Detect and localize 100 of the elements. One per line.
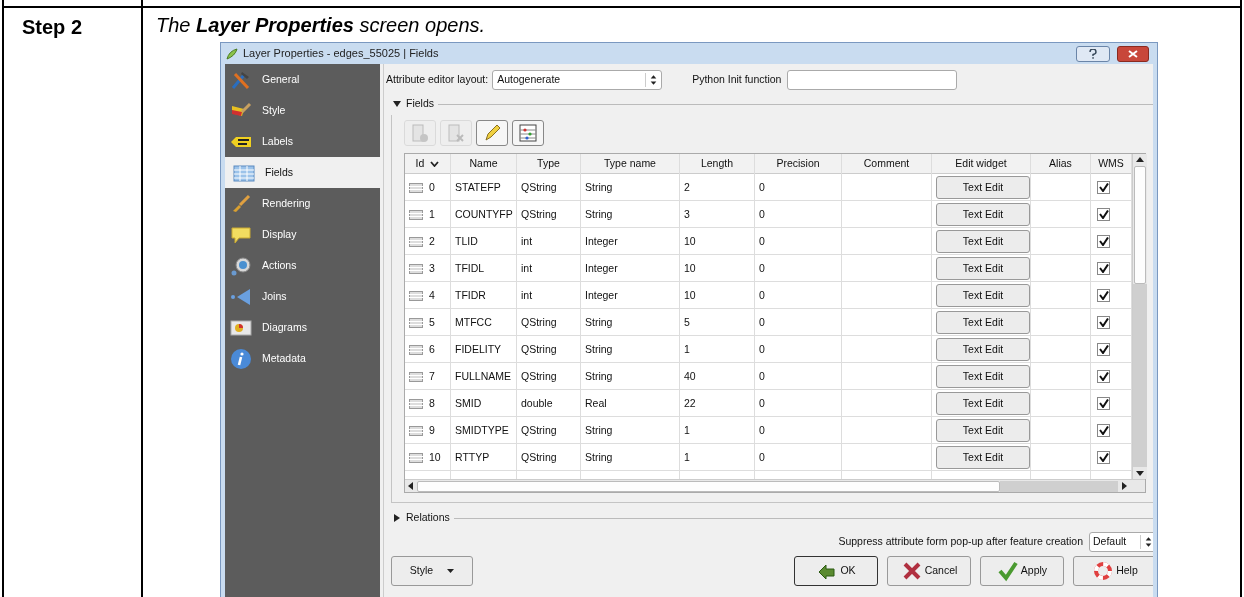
checkbox[interactable] [1097,262,1110,275]
table-cell-text: 0 [759,422,765,438]
column-header[interactable]: Type [517,154,581,174]
edit-widget-button[interactable]: Text Edit [936,392,1030,415]
checkbox[interactable] [1097,397,1110,410]
checkbox[interactable] [1097,424,1110,437]
python-init-field[interactable] [787,70,958,90]
table-cell-text: 0 [429,179,435,195]
column-header[interactable]: Alias [1031,154,1091,174]
dropdown-caret-icon [447,569,455,573]
sidebar-item[interactable]: Diagrams [225,312,380,343]
table-cell-text: int [521,287,533,303]
checkmark-icon [1098,291,1109,300]
sidebar-item[interactable]: Style [225,95,380,126]
sidebar-item[interactable]: Actions [225,250,380,281]
layout-label: Attribute editor layout: [386,72,489,88]
table-cell-text: 0 [759,206,765,222]
table-cell-text: 0 [759,260,765,276]
table-cell-text: 0 [759,368,765,384]
edit-widget-button[interactable]: Text Edit [936,446,1030,469]
close-button[interactable] [1117,45,1149,62]
suppress-dropdown[interactable]: Default [1089,532,1153,552]
sidebar-item[interactable]: Metadata [225,343,380,374]
table-cell-text: 10 [684,233,696,249]
checkmark-icon [1098,210,1109,219]
table-cell-text: QString [521,341,557,357]
edit-widget-button[interactable]: Text Edit [936,338,1030,361]
checkbox[interactable] [1097,289,1110,302]
suppress-label: Suppress attribute form pop-up after feature creation [838,534,1083,550]
table-cell-text: String [585,422,613,438]
sidebar-item[interactable]: Fields [225,157,380,188]
table-cell-text: QString [521,206,557,222]
scroll-thumb[interactable] [417,480,1000,492]
calculator-tool-button[interactable] [512,120,544,146]
vertical-scrollbar[interactable] [1132,154,1147,479]
table-cell-text: String [585,314,613,330]
edit-widget-button[interactable]: Text Edit [936,419,1030,442]
table-cell-text: String [585,179,613,195]
sidebar-item[interactable]: General [225,64,380,95]
table-cell-text: Integer [585,233,618,249]
checkmark-icon [1098,372,1109,381]
table-cell-text: FIDELITY [455,341,502,357]
checkmark-icon [1098,237,1109,246]
table-cell-text: MTFCC [455,314,492,330]
group-title: Relations [406,510,450,526]
sidebar-item[interactable]: Display [225,219,380,250]
help-button[interactable]: Help [1073,556,1153,586]
sidebar-item[interactable]: Rendering [225,188,380,219]
table-cell-text: Integer [585,260,618,276]
question-mark-icon [1089,48,1097,59]
checkbox[interactable] [1097,235,1110,248]
table-cell-text: Integer [585,287,618,303]
field-icon [409,182,423,193]
table-cell-text: QString [521,314,557,330]
layout-dropdown[interactable]: Autogenerate [492,70,663,90]
table-cell-text: 1 [684,422,690,438]
expand-arrow-icon[interactable] [392,99,402,109]
field-icon [409,263,423,274]
field-icon [409,236,423,247]
edit-tool-button[interactable] [476,120,508,146]
table-cell-text: QString [521,368,557,384]
column-header[interactable]: Length [680,154,755,174]
horizontal-scrollbar[interactable] [405,479,1145,492]
style-button[interactable]: Style [391,556,473,586]
edit-widget-button[interactable]: Text Edit [936,284,1030,307]
edit-widget-button[interactable]: Text Edit [936,176,1030,199]
edit-widget-button[interactable]: Text Edit [936,203,1030,226]
column-header[interactable]: Id [405,154,451,174]
sidebar-item[interactable]: Joins [225,281,380,312]
help-button[interactable] [1076,45,1110,62]
scroll-thumb[interactable] [1134,166,1146,284]
sidebar-item[interactable]: Labels [225,126,380,157]
apply-button[interactable]: Apply [980,556,1064,586]
table-cell-text: 0 [759,179,765,195]
column-header[interactable]: Edit widget [932,154,1031,174]
checkbox[interactable] [1097,370,1110,383]
table-cell-text: 0 [759,287,765,303]
table-cell-text: COUNTYFP [455,206,513,222]
checkbox[interactable] [1097,181,1110,194]
table-cell-text: int [521,233,533,249]
edit-widget-button[interactable]: Text Edit [936,230,1030,253]
column-header[interactable]: Name [451,154,517,174]
edit-widget-button[interactable]: Text Edit [936,365,1030,388]
table-cell-text: 9 [429,422,435,438]
ok-button[interactable]: OK [794,556,878,586]
expand-arrow-icon[interactable] [392,513,402,523]
column-header[interactable]: Precision [755,154,842,174]
spinner-arrows-icon [1140,535,1153,549]
table-cell-text: String [585,341,613,357]
checkbox[interactable] [1097,316,1110,329]
edit-widget-button[interactable]: Text Edit [936,257,1030,280]
cancel-button[interactable]: Cancel [887,556,971,586]
checkbox[interactable] [1097,451,1110,464]
column-header[interactable]: Comment [842,154,932,174]
checkbox[interactable] [1097,343,1110,356]
column-header[interactable]: Type name [581,154,680,174]
checkmark-icon [1098,264,1109,273]
close-icon [1128,49,1138,58]
edit-widget-button[interactable]: Text Edit [936,311,1030,334]
checkbox[interactable] [1097,208,1110,221]
